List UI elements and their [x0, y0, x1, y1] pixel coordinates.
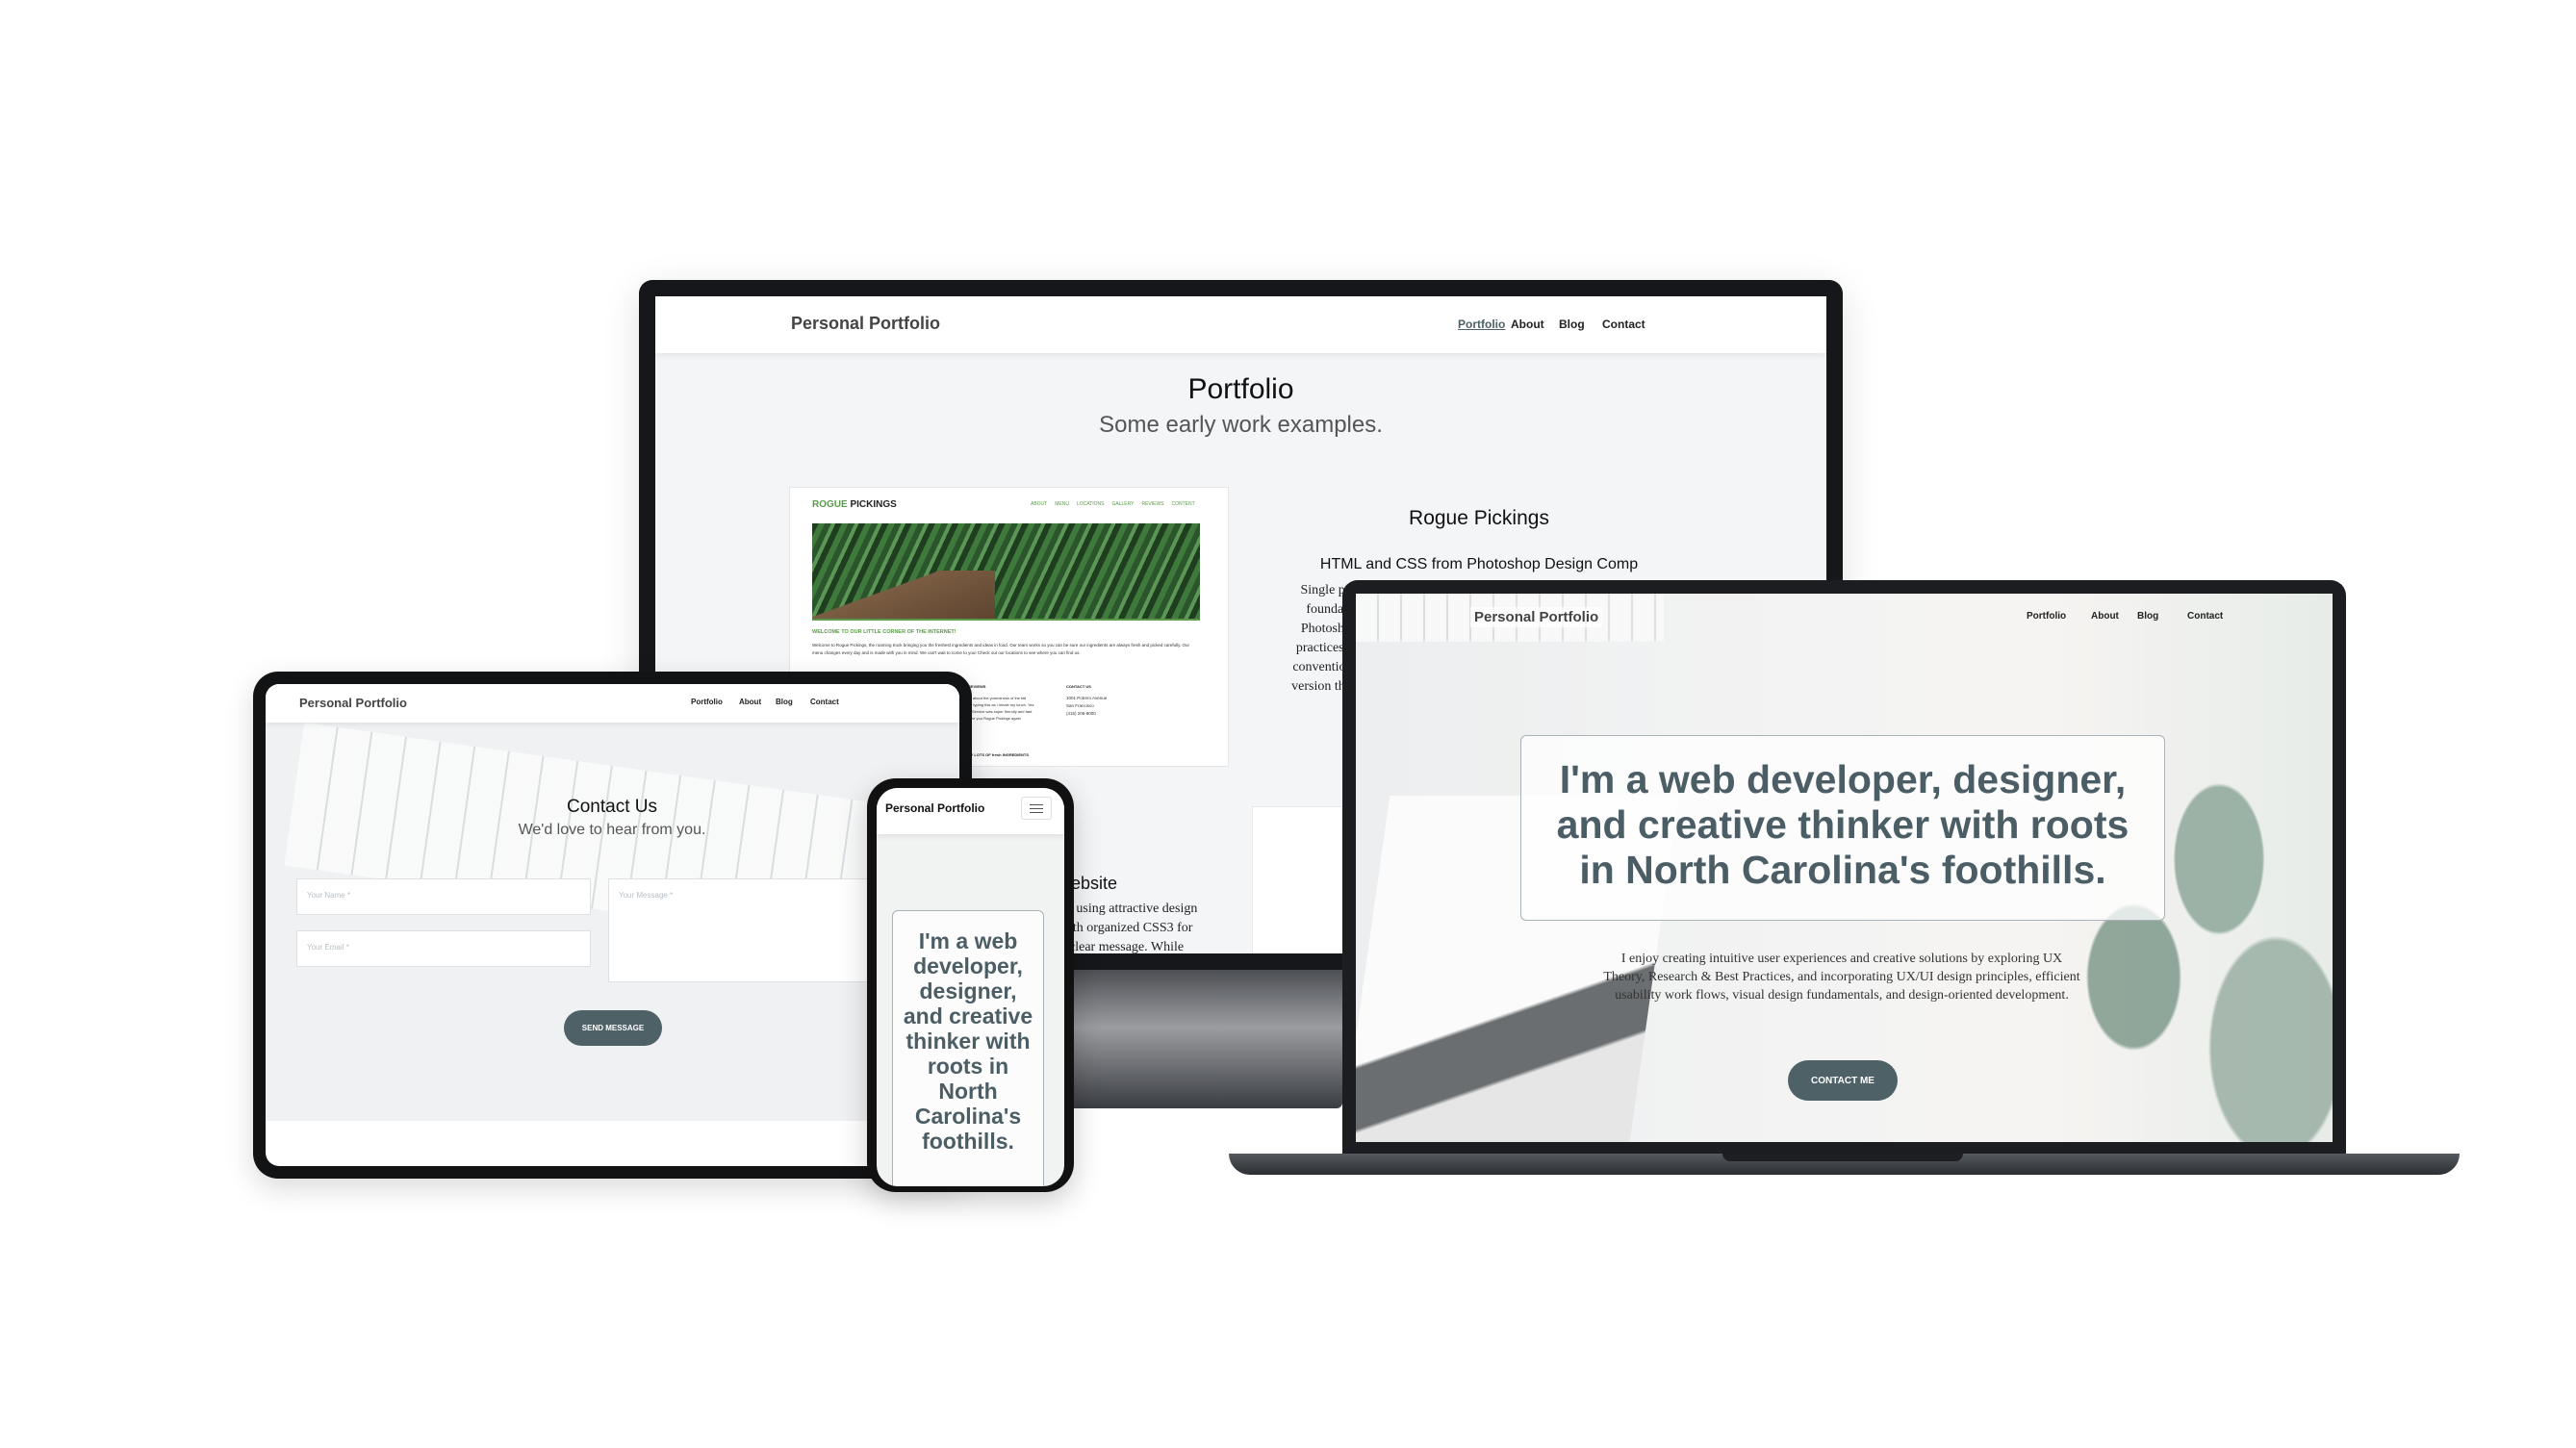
- desc-line: version then: [1291, 679, 1358, 694]
- site-brand[interactable]: Personal Portfolio: [885, 801, 984, 815]
- tablet-screen: Personal Portfolio Portfolio About Blog …: [266, 684, 959, 1166]
- laptop-screen: Personal Portfolio Portfolio About Blog …: [1356, 594, 2333, 1142]
- site-brand[interactable]: Personal Portfolio: [299, 696, 407, 710]
- contact-title: Contact Us: [567, 797, 657, 817]
- laptop-notch: [1722, 1154, 1963, 1161]
- rogue-nav: ABOUT MENU LOCATIONS GALLERY REVIEWS CONTENT: [1031, 501, 1195, 507]
- page-subtitle: Some early work examples.: [1099, 412, 1383, 438]
- desc-line: t using attractive design: [1069, 902, 1198, 916]
- tablet: Personal Portfolio Portfolio About Blog …: [253, 672, 972, 1179]
- project-thumbnail-2[interactable]: [1252, 806, 1343, 953]
- green-beans-image: [812, 523, 1200, 621]
- project-description: Single pag foundatio Photoshop practices in…: [1233, 581, 1358, 697]
- monitor-stand: [1067, 962, 1342, 1108]
- page-title: Portfolio: [1187, 373, 1294, 405]
- nav-portfolio[interactable]: Portfolio: [1458, 318, 1505, 331]
- site-brand[interactable]: Personal Portfolio: [791, 314, 940, 334]
- hero-headline-box: I'm a web developer, designer, and creat…: [1520, 735, 2165, 921]
- address-line: 1001 Potrero Avenue: [1066, 696, 1108, 700]
- address-line: (415) 206-8000: [1066, 711, 1096, 716]
- rogue-address: 1001 Potrero Avenue San Francisco (415) 20…: [1066, 695, 1107, 718]
- nav-contact[interactable]: Contact: [810, 698, 839, 706]
- rogue-nav-item: MENU: [1055, 501, 1069, 507]
- rogue-nav-item: GALLERY: [1111, 501, 1135, 507]
- nav-about[interactable]: About: [1511, 318, 1544, 331]
- nav-blog[interactable]: Blog: [776, 698, 793, 706]
- nav-portfolio[interactable]: Portfolio: [2027, 611, 2066, 622]
- hero-headline: I'm a web developer, designer, and creat…: [903, 928, 1033, 1154]
- site-brand[interactable]: Personal Portfolio: [1470, 607, 1603, 627]
- rogue-nav-item: REVIEWS: [1141, 501, 1164, 507]
- project2-description: t using attractive design ith organized C…: [1069, 900, 1197, 953]
- address-line: San Francisco: [1066, 703, 1094, 708]
- desc-line: practices in: [1295, 641, 1358, 655]
- nav-about[interactable]: About: [2091, 611, 2119, 622]
- hero-intro: I enjoy creating intuitive user experien…: [1603, 952, 2080, 1003]
- desc-line: ith organized CSS3 for: [1069, 921, 1193, 935]
- site-header: Personal Portfolio Portfolio About Blog …: [655, 296, 1826, 353]
- desc-line: conventions: [1292, 660, 1358, 674]
- rogue-contact-title: CONTACT US: [1066, 684, 1091, 689]
- desc-line: Single pag: [1300, 583, 1359, 597]
- hero-headline-box: I'm a web developer, designer, and creat…: [892, 910, 1044, 1186]
- phone-screen: Personal Portfolio I'm a web developer, …: [877, 788, 1064, 1186]
- nav-blog[interactable]: Blog: [2137, 611, 2158, 622]
- project2-title: ebsite: [1071, 874, 1118, 893]
- site-header: Personal Portfolio: [877, 788, 1064, 834]
- project-subtitle: HTML and CSS from Photoshop Design Comp: [1319, 556, 1639, 572]
- desc-line: clear message. While: [1069, 940, 1185, 953]
- nav-contact[interactable]: Contact: [2187, 611, 2223, 622]
- desc-line: foundatio: [1306, 602, 1358, 617]
- rogue-nav-item: LOCATIONS: [1076, 501, 1105, 507]
- nav-contact[interactable]: Contact: [1602, 318, 1645, 331]
- rogue-nav-item: ABOUT: [1031, 501, 1048, 507]
- hamburger-icon[interactable]: [1021, 797, 1052, 820]
- project-title: Rogue Pickings: [1409, 507, 1549, 529]
- name-input[interactable]: Your Name *: [296, 878, 591, 915]
- desc-line: Photoshop: [1300, 622, 1358, 636]
- nav-portfolio[interactable]: Portfolio: [691, 698, 723, 706]
- send-message-button[interactable]: SEND MESSAGE: [564, 1010, 662, 1046]
- rogue-body: Welcome to Rogue Pickings, the roaming t…: [812, 643, 1190, 655]
- nav-about[interactable]: About: [739, 698, 761, 706]
- laptop: Personal Portfolio Portfolio About Blog …: [1342, 580, 2346, 1154]
- hero-headline: I'm a web developer, designer, and creat…: [1556, 757, 2130, 892]
- nav-blog[interactable]: Blog: [1559, 318, 1585, 331]
- rogue-nav-item: CONTENT: [1171, 501, 1195, 507]
- site-header: Personal Portfolio Portfolio About Blog …: [266, 684, 959, 723]
- rogue-logo: ROGUE PICKINGS: [812, 499, 897, 510]
- phone: Personal Portfolio I'm a web developer, …: [867, 778, 1074, 1192]
- contact-me-button[interactable]: CONTACT ME: [1788, 1060, 1898, 1101]
- rogue-welcome: WELCOME TO OUR LITTLE CORNER OF THE INTE…: [812, 629, 956, 635]
- contact-subtitle: We'd love to hear from you.: [518, 822, 706, 838]
- email-input[interactable]: Your Email *: [296, 930, 591, 967]
